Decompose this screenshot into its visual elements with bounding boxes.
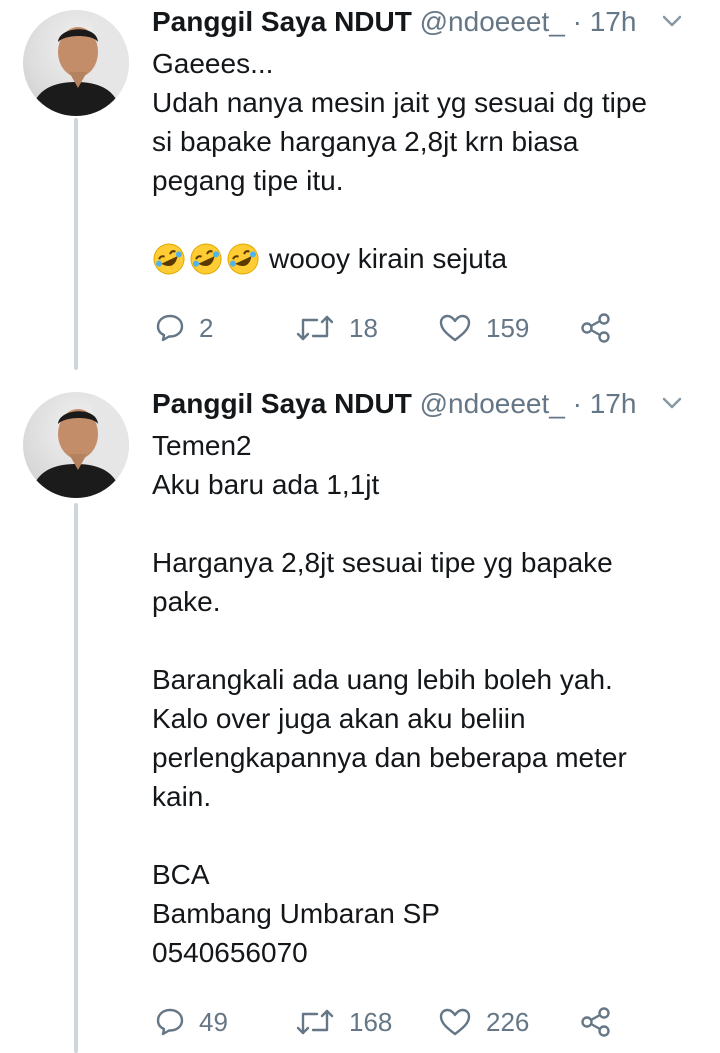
text-line: perlengkapannya dan beberapa meter xyxy=(152,742,627,773)
text-line: Temen2 xyxy=(152,430,252,461)
text-line: Aku baru ada 1,1jt xyxy=(152,469,380,500)
text-line: BCA xyxy=(152,859,210,890)
text-line: Udah nanya mesin jait yg sesuai dg tipe xyxy=(152,87,647,118)
tweet-text: Gaeees... Udah nanya mesin jait yg sesua… xyxy=(152,44,692,278)
thread-line xyxy=(74,118,78,370)
like-count: 226 xyxy=(486,1006,530,1037)
text-line: Kalo over juga akan aku beliin xyxy=(152,703,526,734)
tweet-header: Panggil Saya NDUT @ndoeeet_ · 17h xyxy=(152,384,712,424)
share-button[interactable] xyxy=(580,308,612,348)
like-count: 159 xyxy=(486,312,530,343)
text-line: si bapake harganya 2,8jt krn biasa xyxy=(152,126,579,157)
retweet-count: 168 xyxy=(349,1006,393,1037)
text-line: 0540656070 xyxy=(152,937,308,968)
heart-icon xyxy=(439,1008,471,1036)
tweet-actions: 49 168 226 xyxy=(155,1002,625,1042)
text-line: Bambang Umbaran SP xyxy=(152,898,440,929)
avatar[interactable] xyxy=(23,10,129,116)
rolling-on-floor-laughing-emoji xyxy=(189,242,223,276)
rolling-on-floor-laughing-emoji xyxy=(226,242,260,276)
author-name[interactable]: Panggil Saya NDUT xyxy=(152,388,412,419)
tweet-header: Panggil Saya NDUT @ndoeeet_ · 17h xyxy=(152,2,712,42)
retweet-icon xyxy=(296,315,334,341)
rolling-on-floor-laughing-emoji xyxy=(152,242,186,276)
chevron-down-icon[interactable] xyxy=(662,396,682,410)
text-line: kain. xyxy=(152,781,212,812)
reply-count: 49 xyxy=(199,1006,228,1037)
text-line: Gaeees... xyxy=(152,48,274,79)
share-icon xyxy=(581,313,610,343)
avatar-image xyxy=(31,10,129,116)
tweet-actions: 2 18 159 xyxy=(155,308,625,348)
text-line: Barangkali ada uang lebih boleh yah. xyxy=(152,664,613,695)
avatar[interactable] xyxy=(23,392,129,498)
reply-icon xyxy=(156,1008,184,1036)
like-button[interactable]: 159 xyxy=(438,308,529,348)
retweet-button[interactable]: 18 xyxy=(295,308,378,348)
reply-button[interactable]: 49 xyxy=(155,1002,228,1042)
retweet-button[interactable]: 168 xyxy=(295,1002,392,1042)
share-icon xyxy=(581,1007,610,1037)
timestamp[interactable]: 17h xyxy=(590,6,637,37)
like-button[interactable]: 226 xyxy=(438,1002,529,1042)
author-handle[interactable]: @ndoeeet_ xyxy=(420,388,565,419)
share-button[interactable] xyxy=(580,1002,612,1042)
thread-line xyxy=(74,503,78,1053)
reply-button[interactable]: 2 xyxy=(155,308,213,348)
author-name[interactable]: Panggil Saya NDUT xyxy=(152,6,412,37)
author-handle[interactable]: @ndoeeet_ xyxy=(420,6,565,37)
reply-count: 2 xyxy=(199,312,214,343)
text-line: Harganya 2,8jt sesuai tipe yg bapake xyxy=(152,547,613,578)
heart-icon xyxy=(439,314,471,342)
retweet-count: 18 xyxy=(349,312,378,343)
chevron-down-icon[interactable] xyxy=(662,14,682,28)
timestamp[interactable]: 17h xyxy=(590,388,637,419)
retweet-icon xyxy=(296,1009,334,1035)
separator: · xyxy=(572,388,582,419)
avatar-image xyxy=(31,392,129,498)
text-line: pake. xyxy=(152,586,221,617)
reply-icon xyxy=(156,314,184,342)
tweet-text: Temen2 Aku baru ada 1,1jt Harganya 2,8jt… xyxy=(152,426,692,972)
text-line: pegang tipe itu. xyxy=(152,165,344,196)
separator: · xyxy=(572,6,582,37)
emoji-line: woooy kirain sejuta xyxy=(152,239,692,278)
emoji-line-text: woooy kirain sejuta xyxy=(269,243,508,274)
